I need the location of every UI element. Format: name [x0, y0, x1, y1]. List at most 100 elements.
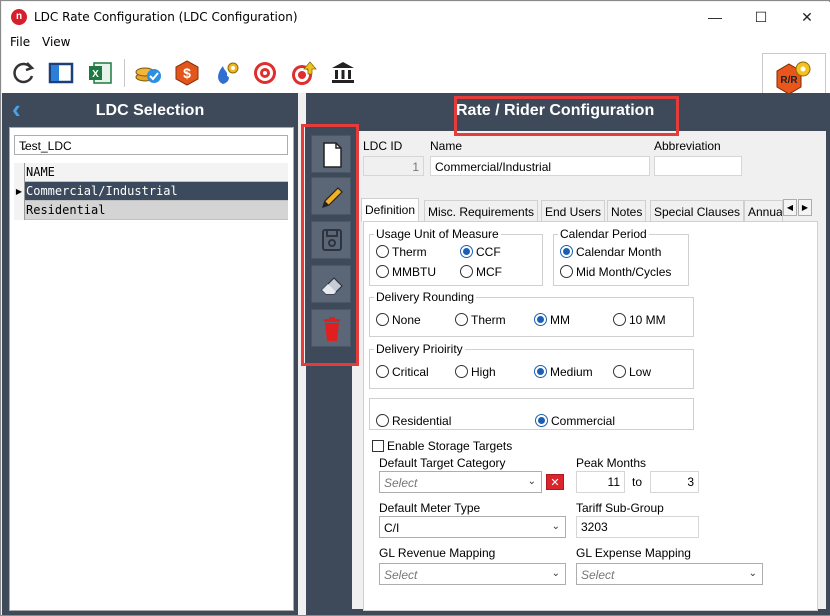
title-highlight	[454, 96, 679, 136]
row-name: Commercial/Industrial	[26, 184, 178, 198]
radio-rounding-therm[interactable]: Therm	[455, 313, 506, 327]
name-field[interactable]: Commercial/Industrial	[430, 156, 650, 176]
menu-bar: File View	[2, 32, 830, 53]
radio-mmbtu[interactable]: MMBTU	[376, 265, 436, 279]
tab-end-users[interactable]: End Users	[541, 200, 606, 222]
radio-rounding-none[interactable]: None	[376, 313, 421, 327]
calendar-period-title: Calendar Period	[558, 227, 649, 241]
dollar-hexagon-icon[interactable]: $	[173, 59, 201, 87]
target-upload-icon[interactable]	[290, 59, 318, 87]
peak-to-field[interactable]: 3	[650, 471, 699, 493]
chevron-down-icon: ⌄	[19, 139, 30, 153]
tab-special-clauses[interactable]: Special Clauses	[650, 200, 745, 222]
app-icon: n	[11, 9, 27, 25]
name-label: Name	[430, 139, 463, 153]
tariff-field[interactable]: 3203	[576, 516, 699, 538]
gas-flame-gear-icon[interactable]	[212, 59, 240, 87]
ldc-list-container: Test_LDC ⌄ NAME ▶ Commercial/Industrial …	[9, 127, 294, 611]
radio-calendar-month[interactable]: Calendar Month	[560, 245, 661, 259]
clear-target-icon[interactable]: ✕	[546, 474, 564, 490]
row-indicator	[14, 201, 25, 220]
menu-file[interactable]: File	[10, 35, 30, 49]
meter-type-value: C/I	[384, 521, 400, 535]
peak-from-field[interactable]: 11	[576, 471, 625, 493]
radio-priority-high[interactable]: High	[455, 365, 496, 379]
radio-ccf[interactable]: CCF	[460, 245, 501, 259]
meter-type-label: Default Meter Type	[379, 501, 481, 515]
maximize-button[interactable]: ☐	[738, 2, 784, 32]
radio-rounding-mm[interactable]: MM	[534, 313, 570, 327]
ldc-selection-title: LDC Selection	[95, 102, 205, 119]
radio-priority-critical[interactable]: Critical	[376, 365, 429, 379]
default-target-dropdown[interactable]: Select ⌄	[379, 471, 542, 493]
radio-therm[interactable]: Therm	[376, 245, 427, 259]
usage-unit-title: Usage Unit of Measure	[374, 227, 501, 241]
app-window: n LDC Rate Configuration (LDC Configurat…	[0, 0, 830, 616]
menu-view[interactable]: View	[42, 35, 70, 49]
meter-type-dropdown[interactable]: C/I ⌄	[379, 516, 566, 538]
tab-annual[interactable]: Annua	[744, 200, 783, 222]
tab-misc-requirements[interactable]: Misc. Requirements	[424, 200, 539, 222]
grid-header-row: NAME	[14, 163, 288, 182]
radio-mid-month-cycles[interactable]: Mid Month/Cycles	[560, 265, 671, 279]
default-target-placeholder: Select	[384, 476, 418, 490]
svg-text:$: $	[183, 65, 191, 81]
gl-expense-placeholder: Select	[581, 568, 615, 582]
row-pointer-icon: ▶	[14, 182, 25, 201]
row-name: Residential	[26, 203, 106, 217]
default-target-label: Default Target Category	[379, 456, 506, 470]
radio-mcf[interactable]: MCF	[460, 265, 502, 279]
tab-definition[interactable]: Definition	[361, 198, 420, 222]
ldc-id-field: 1	[363, 156, 424, 176]
enable-storage-checkbox[interactable]: Enable Storage Targets	[372, 439, 512, 453]
table-row[interactable]: Residential	[14, 201, 288, 220]
chevron-down-icon: ⌄	[527, 476, 536, 487]
rate-grid: NAME ▶ Commercial/Industrial Residential	[14, 163, 288, 220]
svg-text:R/R: R/R	[780, 75, 798, 86]
gl-expense-dropdown[interactable]: Select ⌄	[576, 563, 763, 585]
window-title: LDC Rate Configuration (LDC Configuratio…	[34, 10, 298, 24]
peak-to-label: to	[632, 475, 643, 489]
close-button[interactable]: ✕	[784, 2, 830, 32]
panel-layout-icon[interactable]	[47, 59, 75, 87]
toolbar-separator	[124, 59, 125, 87]
tab-scroll-right-icon[interactable]: ▶	[798, 199, 812, 216]
coins-check-icon[interactable]	[134, 59, 162, 87]
toolbar: X $	[2, 53, 830, 93]
grid-header-name[interactable]: NAME	[26, 165, 55, 179]
tariff-label: Tariff Sub-Group	[576, 501, 664, 515]
abbreviation-label: Abbreviation	[654, 139, 721, 153]
minimize-button[interactable]: —	[692, 2, 738, 32]
svg-text:X: X	[92, 69, 99, 80]
radio-commercial[interactable]: Commercial	[535, 414, 615, 428]
chevron-down-icon: ⌄	[551, 521, 560, 532]
gl-revenue-label: GL Revenue Mapping	[379, 546, 496, 560]
gl-revenue-dropdown[interactable]: Select ⌄	[379, 563, 566, 585]
ldc-selection-panel: ‹ LDC Selection Test_LDC ⌄ NAME ▶ Commer…	[2, 93, 298, 615]
action-toolbar-highlight	[301, 124, 359, 366]
target-icon[interactable]	[251, 59, 279, 87]
table-row[interactable]: ▶ Commercial/Industrial	[14, 182, 288, 201]
chevron-down-icon: ⌄	[748, 568, 757, 579]
delivery-priority-title: Delivery Prioirity	[374, 342, 465, 356]
tab-notes[interactable]: Notes	[607, 200, 647, 222]
peak-months-label: Peak Months	[576, 456, 647, 470]
radio-residential[interactable]: Residential	[376, 414, 451, 428]
radio-priority-medium[interactable]: Medium	[534, 365, 593, 379]
chevron-down-icon: ⌄	[551, 568, 560, 579]
bank-icon[interactable]	[329, 59, 357, 87]
grid-header-indicator	[14, 163, 25, 182]
gl-expense-label: GL Expense Mapping	[576, 546, 691, 560]
delivery-rounding-title: Delivery Rounding	[374, 290, 477, 304]
ldc-selection-header: ‹ LDC Selection	[2, 93, 298, 127]
gl-revenue-placeholder: Select	[384, 568, 418, 582]
tab-scroll-left-icon[interactable]: ◀	[783, 199, 797, 216]
radio-rounding-10mm[interactable]: 10 MM	[613, 313, 666, 327]
abbreviation-field[interactable]	[654, 156, 742, 176]
excel-icon[interactable]: X	[86, 59, 114, 87]
ldc-id-label: LDC ID	[363, 139, 403, 153]
title-bar: n LDC Rate Configuration (LDC Configurat…	[2, 2, 830, 32]
ldc-dropdown[interactable]: Test_LDC ⌄	[14, 135, 288, 155]
radio-priority-low[interactable]: Low	[613, 365, 651, 379]
refresh-icon[interactable]	[9, 59, 37, 87]
